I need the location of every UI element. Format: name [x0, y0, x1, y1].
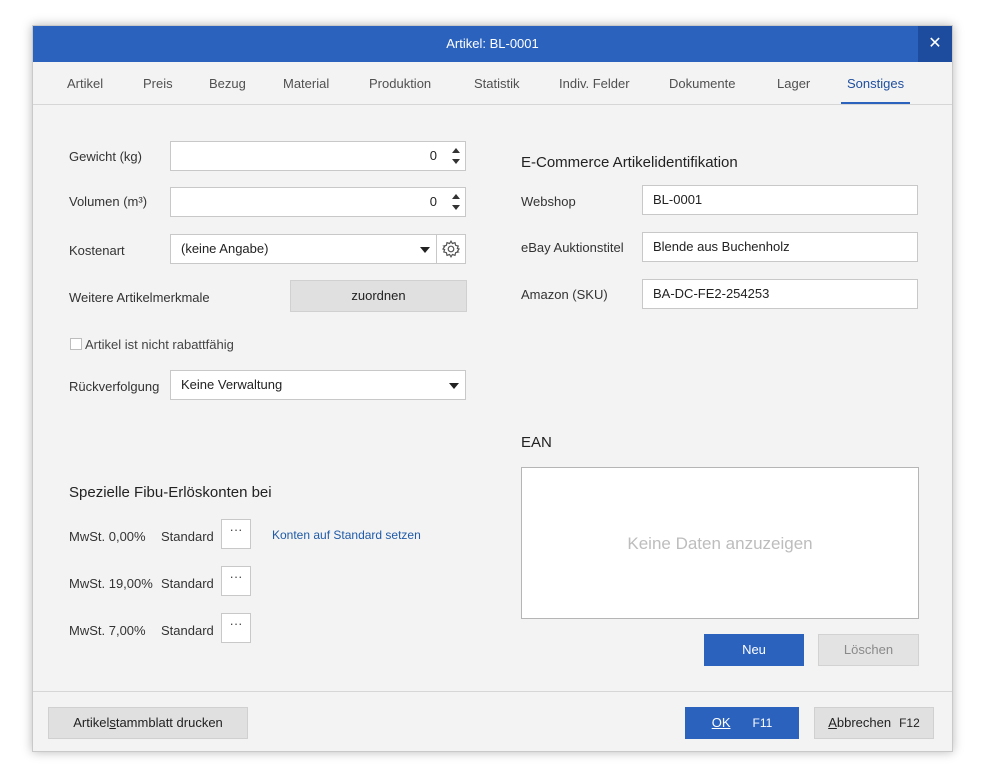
amazon-input[interactable]: BA-DC-FE2-254253 — [642, 279, 918, 309]
rueckverfolgung-value: Keine Verwaltung — [181, 377, 283, 392]
gear-icon[interactable] — [437, 235, 465, 263]
fibu-row-label: MwSt. 19,00% — [69, 576, 153, 591]
cancel-button[interactable]: Abbrechen F12 — [814, 707, 934, 739]
rueckverfolgung-select[interactable]: Keine Verwaltung — [170, 370, 466, 400]
tab-indiv-felder[interactable]: Indiv. Felder — [559, 62, 630, 104]
print-button-label-post: tammblatt drucken — [115, 715, 223, 730]
tab-statistik[interactable]: Statistik — [474, 62, 520, 104]
cancel-mnemonic: A — [828, 715, 837, 730]
volumen-label: Volumen (m³) — [69, 194, 148, 209]
chevron-down-icon[interactable] — [449, 383, 459, 389]
tab-bar: Artikel Preis Bezug Material Produktion … — [33, 62, 952, 105]
ok-button[interactable]: OK F11 — [685, 707, 799, 739]
rabatt-checkbox[interactable] — [70, 338, 82, 350]
kostenart-value: (keine Angabe) — [181, 241, 269, 256]
cancel-shortcut: F12 — [899, 716, 920, 730]
fibu-row-value: Standard — [161, 529, 214, 544]
spin-down-icon[interactable] — [452, 159, 460, 164]
ecommerce-heading: E-Commerce Artikelidentifikation — [521, 154, 738, 171]
kostenart-select[interactable]: (keine Angabe) — [170, 234, 437, 264]
fibu-row-0-more-button[interactable]: ··· — [221, 519, 251, 549]
gewicht-label: Gewicht (kg) — [69, 149, 142, 164]
spin-up-icon[interactable] — [452, 148, 460, 153]
ean-empty-text: Keine Daten anzuzeigen — [627, 534, 813, 553]
window-title: Artikel: BL-0001 — [446, 36, 539, 51]
close-icon[interactable]: ✕ — [918, 26, 952, 62]
cancel-label: bbrechen — [836, 715, 892, 730]
spin-up-icon[interactable] — [452, 194, 460, 199]
kostenart-label: Kostenart — [69, 243, 125, 258]
tab-lager[interactable]: Lager — [777, 62, 810, 104]
ean-new-button[interactable]: Neu — [704, 634, 804, 666]
ok-shortcut: F11 — [752, 716, 773, 730]
zuordnen-button[interactable]: zuordnen — [290, 280, 467, 312]
gewicht-input[interactable]: 0 — [170, 141, 466, 171]
spin-down-icon[interactable] — [452, 205, 460, 210]
ebay-input[interactable]: Blende aus Buchenholz — [642, 232, 918, 262]
ebay-value: Blende aus Buchenholz — [653, 239, 790, 254]
dialog-footer: Artikelstammblatt drucken OK F11 Abbreche… — [33, 691, 952, 752]
chevron-down-icon[interactable] — [420, 247, 430, 253]
tab-sonstiges[interactable]: Sonstiges — [840, 62, 911, 104]
volumen-input[interactable]: 0 — [170, 187, 466, 217]
fibu-row-1-more-button[interactable]: ··· — [221, 566, 251, 596]
webshop-value: BL-0001 — [653, 192, 703, 207]
tab-material[interactable]: Material — [283, 62, 329, 104]
fibu-row-value: Standard — [161, 623, 214, 638]
tab-bezug[interactable]: Bezug — [209, 62, 246, 104]
fibu-row-label: MwSt. 0,00% — [69, 529, 146, 544]
rabatt-label: Artikel ist nicht rabattfähig — [85, 337, 234, 352]
webshop-input[interactable]: BL-0001 — [642, 185, 918, 215]
tab-artikel[interactable]: Artikel — [67, 62, 103, 104]
kostenart-settings-button[interactable] — [436, 234, 466, 264]
print-stammblatt-button[interactable]: Artikelstammblatt drucken — [48, 707, 248, 739]
konten-standard-link[interactable]: Konten auf Standard setzen — [272, 528, 421, 542]
ok-label: OK — [711, 715, 731, 730]
rueckverfolgung-label: Rückverfolgung — [69, 379, 160, 394]
volumen-value: 0 — [429, 194, 437, 209]
volumen-spinner[interactable] — [447, 188, 465, 216]
tab-produktion[interactable]: Produktion — [369, 62, 431, 104]
amazon-value: BA-DC-FE2-254253 — [653, 286, 770, 301]
fibu-row-value: Standard — [161, 576, 214, 591]
fibu-row-label: MwSt. 7,00% — [69, 623, 146, 638]
title-bar: Artikel: BL-0001 ✕ — [33, 26, 952, 62]
gewicht-spinner[interactable] — [447, 142, 465, 170]
gewicht-value: 0 — [429, 148, 437, 163]
amazon-label: Amazon (SKU) — [521, 287, 608, 302]
tab-dokumente[interactable]: Dokumente — [669, 62, 735, 104]
ebay-label: eBay Auktionstitel — [521, 240, 624, 255]
ean-heading: EAN — [521, 434, 552, 451]
webshop-label: Webshop — [521, 194, 576, 209]
print-button-label-pre: Artikel — [73, 715, 110, 730]
ean-list[interactable]: Keine Daten anzuzeigen — [521, 467, 919, 619]
fibu-heading: Spezielle Fibu-Erlöskonten bei — [69, 484, 272, 501]
merkmale-label: Weitere Artikelmerkmale — [69, 290, 210, 305]
ean-delete-button[interactable]: Löschen — [818, 634, 919, 666]
tab-preis[interactable]: Preis — [143, 62, 173, 104]
article-dialog: Artikel: BL-0001 ✕ Artikel Preis Bezug M… — [32, 25, 953, 752]
fibu-row-2-more-button[interactable]: ··· — [221, 613, 251, 643]
